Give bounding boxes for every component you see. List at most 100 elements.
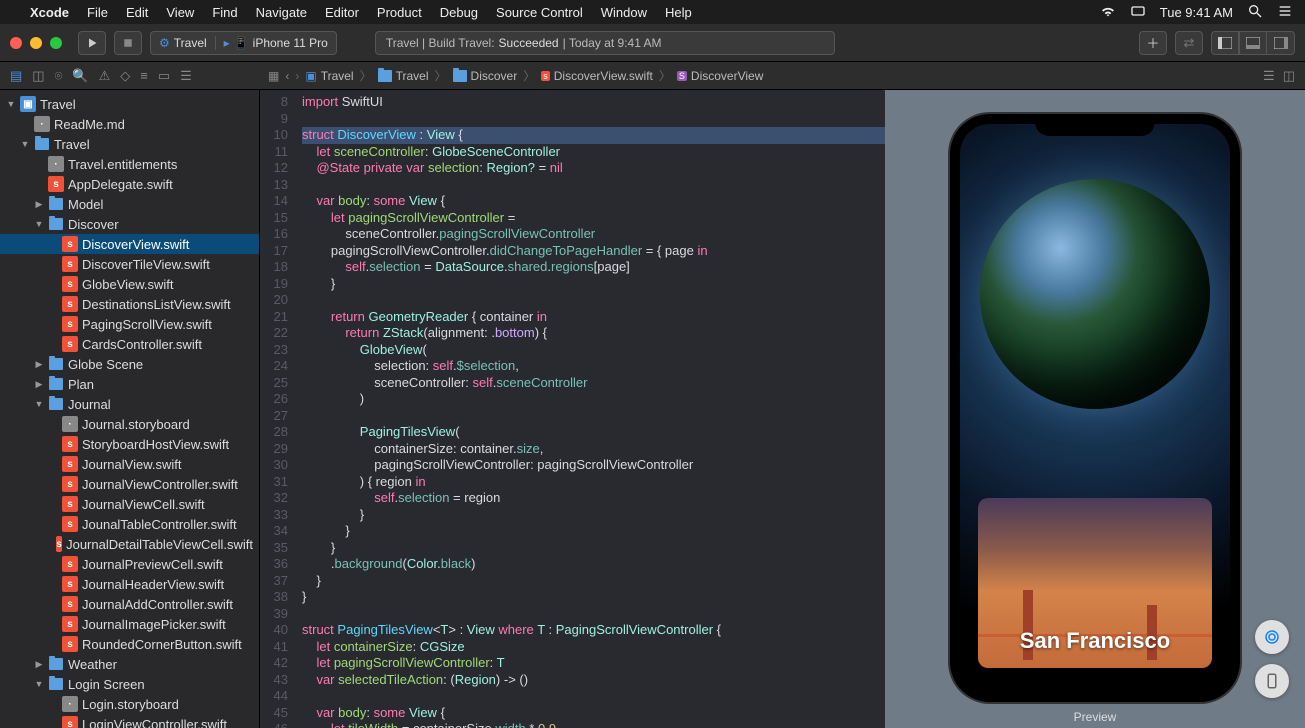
preview-canvas[interactable]: San Francisco Preview xyxy=(885,90,1305,728)
forward-button-icon[interactable]: › xyxy=(295,69,299,83)
minimize-button[interactable] xyxy=(30,37,42,49)
menu-source-control[interactable]: Source Control xyxy=(496,5,583,20)
close-button[interactable] xyxy=(10,37,22,49)
debug-navigator-tab-icon[interactable]: ≡ xyxy=(140,68,148,83)
file-node[interactable]: sCardsController.swift xyxy=(0,334,259,354)
file-node[interactable]: sJournalViewCell.swift xyxy=(0,494,259,514)
menu-navigate[interactable]: Navigate xyxy=(256,5,307,20)
related-items-icon[interactable]: ▦ xyxy=(268,69,279,83)
menu-editor[interactable]: Editor xyxy=(325,5,359,20)
toggle-bottom-panel-button[interactable] xyxy=(1239,31,1267,55)
file-node[interactable]: ▶Plan xyxy=(0,374,259,394)
preview-on-device-button[interactable] xyxy=(1255,664,1289,698)
device-frame: San Francisco xyxy=(950,114,1240,702)
file-node[interactable]: ▶Weather xyxy=(0,654,259,674)
file-node[interactable]: sJournalDetailTableViewCell.swift xyxy=(0,534,259,554)
file-node[interactable]: sDiscoverTileView.swift xyxy=(0,254,259,274)
swift-file-icon: s xyxy=(62,276,78,292)
file-label: Journal xyxy=(68,397,111,412)
menu-file[interactable]: File xyxy=(87,5,108,20)
file-node[interactable]: sJournalImagePicker.swift xyxy=(0,614,259,634)
file-label: JournalHeaderView.swift xyxy=(82,577,224,592)
code-review-button[interactable]: ⇄ xyxy=(1175,31,1203,55)
file-node[interactable]: ·Login.storyboard xyxy=(0,694,259,714)
code-area[interactable]: import SwiftUI struct DiscoverView : Vie… xyxy=(296,90,885,728)
source-editor[interactable]: 8910111213141516171819202122232425262728… xyxy=(260,90,885,728)
file-node[interactable]: sJounalTableController.swift xyxy=(0,514,259,534)
report-navigator-tab-icon[interactable]: ☰ xyxy=(180,68,192,84)
spotlight-icon[interactable] xyxy=(1247,3,1263,22)
file-node[interactable]: sJournalHeaderView.swift xyxy=(0,574,259,594)
file-node[interactable]: ·Journal.storyboard xyxy=(0,414,259,434)
swift-file-icon: s xyxy=(62,316,78,332)
menubar-clock[interactable]: Tue 9:41 AM xyxy=(1160,5,1233,20)
preview-label: Preview xyxy=(885,710,1305,724)
stop-button[interactable] xyxy=(114,31,142,55)
file-node[interactable]: sJournalPreviewCell.swift xyxy=(0,554,259,574)
file-node[interactable]: s JournalAddController.swift xyxy=(0,594,259,614)
file-node[interactable]: ·ReadMe.md xyxy=(0,114,259,134)
live-preview-button[interactable] xyxy=(1255,620,1289,654)
file-node[interactable]: ▼Journal xyxy=(0,394,259,414)
panel-toggle-group xyxy=(1211,31,1295,55)
file-node[interactable]: sJournalView.swift xyxy=(0,454,259,474)
file-node[interactable]: ·Travel.entitlements xyxy=(0,154,259,174)
add-editor-icon[interactable]: ◫ xyxy=(1283,68,1295,84)
file-node[interactable]: ▼Travel xyxy=(0,134,259,154)
file-navigator[interactable]: ▼▣Travel·ReadMe.md▼Travel·Travel.entitle… xyxy=(0,90,260,728)
menu-edit[interactable]: Edit xyxy=(126,5,148,20)
breakpoint-navigator-tab-icon[interactable]: ▭ xyxy=(158,68,170,84)
test-navigator-tab-icon[interactable]: ◇ xyxy=(120,68,130,84)
file-node[interactable]: s GlobeView.swift xyxy=(0,274,259,294)
file-node[interactable]: ▼▣Travel xyxy=(0,94,259,114)
file-node[interactable]: sStoryboardHostView.swift xyxy=(0,434,259,454)
file-node[interactable]: ▼Login Screen xyxy=(0,674,259,694)
macos-menubar: Xcode File Edit View Find Navigate Edito… xyxy=(0,0,1305,24)
jump-bar[interactable]: ▦ ‹ › ▣Travel〉 Travel〉 Discover〉 sDiscov… xyxy=(260,67,1265,84)
file-node[interactable]: sPagingScrollView.swift xyxy=(0,314,259,334)
run-button[interactable] xyxy=(78,31,106,55)
symbol-navigator-tab-icon[interactable]: ⌾ xyxy=(55,68,63,84)
file-label: CardsController.swift xyxy=(82,337,202,352)
wifi-icon[interactable] xyxy=(1100,3,1116,22)
file-node[interactable]: sJournalViewController.swift xyxy=(0,474,259,494)
back-button-icon[interactable]: ‹ xyxy=(285,69,289,83)
find-navigator-tab-icon[interactable]: 🔍 xyxy=(72,68,88,84)
navigator-bar: ▤ ◫ ⌾ 🔍 ⚠ ◇ ≡ ▭ ☰ ▦ ‹ › ▣Travel〉 Travel〉… xyxy=(0,62,1305,90)
file-node[interactable]: sAppDelegate.swift xyxy=(0,174,259,194)
swift-file-icon: s xyxy=(62,716,78,728)
editor-options-icon[interactable]: ☰ xyxy=(1263,68,1275,84)
main-area: ▼▣Travel·ReadMe.md▼Travel·Travel.entitle… xyxy=(0,90,1305,728)
menu-xcode[interactable]: Xcode xyxy=(30,5,69,20)
file-node[interactable]: ▶Globe Scene xyxy=(0,354,259,374)
menu-help[interactable]: Help xyxy=(665,5,692,20)
menu-debug[interactable]: Debug xyxy=(440,5,478,20)
library-button[interactable]: ＋ xyxy=(1139,31,1167,55)
file-label: RoundedCornerButton.swift xyxy=(82,637,242,652)
file-node[interactable]: ▼Discover xyxy=(0,214,259,234)
file-label: JournalAddController.swift xyxy=(82,597,233,612)
menu-window[interactable]: Window xyxy=(601,5,647,20)
zoom-button[interactable] xyxy=(50,37,62,49)
file-label: StoryboardHostView.swift xyxy=(82,437,229,452)
file-node[interactable]: sDestinationsListView.swift xyxy=(0,294,259,314)
toggle-right-panel-button[interactable] xyxy=(1267,31,1295,55)
menu-find[interactable]: Find xyxy=(212,5,237,20)
activity-viewer: Travel | Build Travel: Succeeded | Today… xyxy=(375,31,835,55)
file-node[interactable]: sRoundedCornerButton.swift xyxy=(0,634,259,654)
project-icon: ▣ xyxy=(20,96,36,112)
scheme-selector[interactable]: ⚙Travel ▸📱iPhone 11 Pro xyxy=(150,31,337,55)
menubar-list-icon[interactable] xyxy=(1277,3,1293,22)
file-node[interactable]: sDiscoverView.swift xyxy=(0,234,259,254)
menu-view[interactable]: View xyxy=(166,5,194,20)
swift-file-icon: s xyxy=(62,596,78,612)
file-node[interactable]: sLoginViewController.swift xyxy=(0,714,259,728)
control-center-icon[interactable] xyxy=(1130,3,1146,22)
project-navigator-tab-icon[interactable]: ▤ xyxy=(10,68,22,84)
issue-navigator-tab-icon[interactable]: ⚠ xyxy=(99,68,111,84)
toggle-left-panel-button[interactable] xyxy=(1211,31,1239,55)
file-node[interactable]: ▶Model xyxy=(0,194,259,214)
menu-product[interactable]: Product xyxy=(377,5,422,20)
source-control-navigator-tab-icon[interactable]: ◫ xyxy=(32,68,44,84)
file-label: GlobeView.swift xyxy=(82,277,174,292)
